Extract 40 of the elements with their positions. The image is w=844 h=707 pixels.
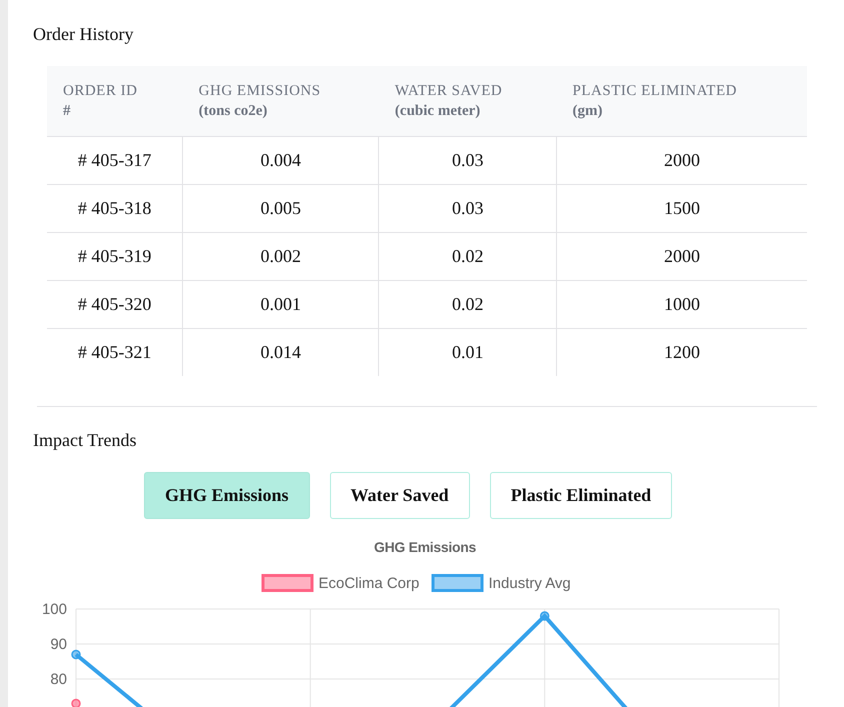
legend-swatch[interactable] bbox=[262, 574, 314, 592]
data-point bbox=[71, 698, 81, 707]
chart-title: GHG Emissions bbox=[373, 539, 477, 555]
y-axis-label: 80 bbox=[50, 671, 67, 688]
y-axis-label: 100 bbox=[42, 601, 67, 618]
table-cell: 0.02 bbox=[378, 280, 557, 328]
table-cell: 0.014 bbox=[182, 328, 379, 376]
section-title: Order History bbox=[33, 23, 134, 45]
legend-label[interactable]: EcoClima Corp bbox=[318, 575, 420, 592]
data-point bbox=[540, 611, 550, 621]
section-title: Impact Trends bbox=[33, 429, 138, 451]
table-cell: # 405-317 bbox=[47, 136, 183, 184]
table-cell: 0.03 bbox=[378, 136, 557, 184]
table-cell: 1500 bbox=[556, 184, 807, 232]
chart-tab[interactable]: Plastic Eliminated bbox=[490, 472, 672, 519]
table-cell: 0.001 bbox=[182, 280, 379, 328]
table-cell: 2000 bbox=[556, 136, 807, 184]
column-header: GHG EMISSIONS (tons co2e) bbox=[182, 66, 379, 136]
table-cell: # 405-319 bbox=[47, 232, 183, 280]
legend-label[interactable]: Industry Avg bbox=[488, 575, 571, 592]
table-cell: # 405-321 bbox=[47, 328, 183, 376]
table-cell: 0.02 bbox=[378, 232, 557, 280]
table-cell: 0.005 bbox=[182, 184, 379, 232]
legend-swatch[interactable] bbox=[432, 574, 484, 592]
table-cell: 0.01 bbox=[378, 328, 557, 376]
column-header: WATER SAVED (cubic meter) bbox=[378, 66, 557, 136]
table-cell: 0.03 bbox=[378, 184, 557, 232]
table-cell: 2000 bbox=[556, 232, 807, 280]
column-header: ORDER ID # bbox=[47, 66, 183, 136]
table-cell: 1200 bbox=[556, 328, 807, 376]
table-cell: # 405-318 bbox=[47, 184, 183, 232]
chart-tab[interactable]: Water Saved bbox=[330, 472, 470, 519]
table-cell: 1000 bbox=[556, 280, 807, 328]
column-header: PLASTIC ELIMINATED (gm) bbox=[556, 66, 807, 136]
table-cell: 0.002 bbox=[182, 232, 379, 280]
chart-tab[interactable]: GHG Emissions bbox=[144, 472, 310, 519]
table-cell: # 405-320 bbox=[47, 280, 183, 328]
table-cell: 0.004 bbox=[182, 136, 379, 184]
data-point bbox=[71, 650, 81, 660]
y-axis-label: 90 bbox=[50, 636, 67, 653]
